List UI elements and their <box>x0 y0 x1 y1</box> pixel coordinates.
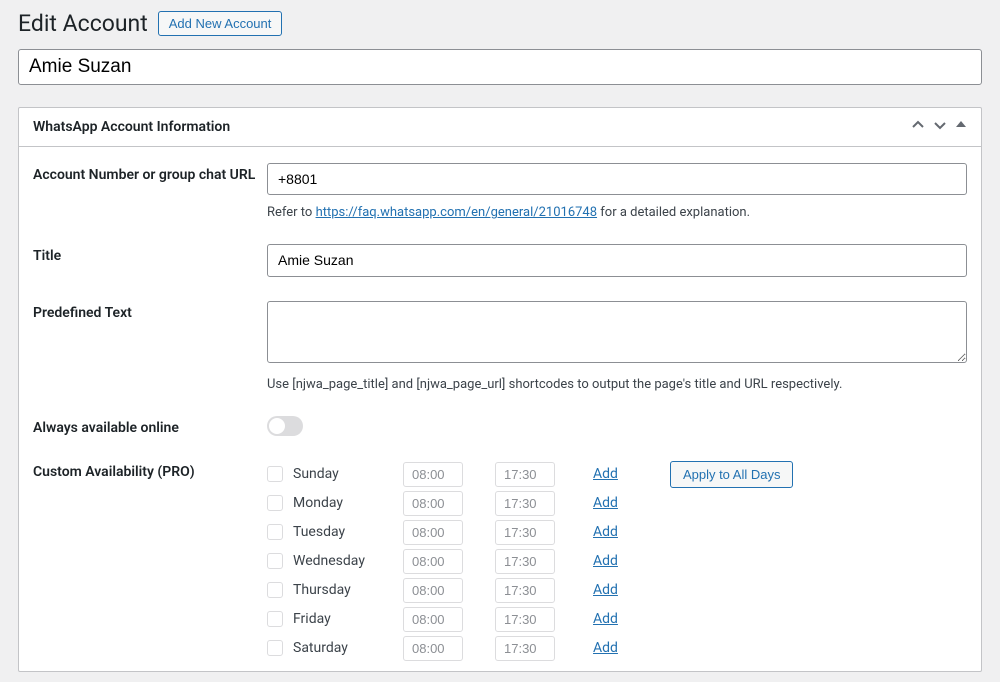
panel-title: WhatsApp Account Information <box>33 119 230 135</box>
add-time-link[interactable]: Add <box>593 495 618 511</box>
title-label: Title <box>33 244 267 264</box>
day-name: Tuesday <box>293 524 403 540</box>
availability-row: Monday Add <box>267 489 967 518</box>
predefined-text-help: Use [njwa_page_title] and [njwa_page_url… <box>267 377 967 392</box>
availability-row: Thursday Add <box>267 576 967 605</box>
page-title: Edit Account <box>18 10 148 37</box>
panel-collapse-icon[interactable] <box>955 118 967 136</box>
end-time-input[interactable] <box>495 462 555 487</box>
availability-row: Saturday Add <box>267 634 967 663</box>
day-checkbox[interactable] <box>267 582 283 598</box>
predefined-text-textarea[interactable] <box>267 301 967 363</box>
add-time-link[interactable]: Add <box>593 553 618 569</box>
availability-row: Tuesday Add <box>267 518 967 547</box>
account-number-label: Account Number or group chat URL <box>33 163 267 183</box>
account-name-input[interactable] <box>18 49 982 85</box>
start-time-input[interactable] <box>403 636 463 661</box>
end-time-input[interactable] <box>495 636 555 661</box>
day-checkbox[interactable] <box>267 495 283 511</box>
account-number-input[interactable] <box>267 163 967 195</box>
add-time-link[interactable]: Add <box>593 640 618 656</box>
panel-move-down-icon[interactable] <box>933 118 947 136</box>
day-name: Thursday <box>293 582 403 598</box>
end-time-input[interactable] <box>495 549 555 574</box>
account-number-help: Refer to https://faq.whatsapp.com/en/gen… <box>267 205 967 220</box>
title-input[interactable] <box>267 244 967 276</box>
always-online-label: Always available online <box>33 416 267 436</box>
start-time-input[interactable] <box>403 549 463 574</box>
day-name: Friday <box>293 611 403 627</box>
apply-all-days-button[interactable]: Apply to All Days <box>670 461 794 488</box>
availability-row: Sunday Add Apply to All Days <box>267 460 967 489</box>
add-time-link[interactable]: Add <box>593 524 618 540</box>
day-checkbox[interactable] <box>267 611 283 627</box>
day-checkbox[interactable] <box>267 466 283 482</box>
add-new-account-button[interactable]: Add New Account <box>158 11 283 36</box>
availability-row: Wednesday Add <box>267 547 967 576</box>
end-time-input[interactable] <box>495 520 555 545</box>
day-name: Sunday <box>293 466 403 482</box>
availability-row: Friday Add <box>267 605 967 634</box>
predefined-text-label: Predefined Text <box>33 301 267 321</box>
start-time-input[interactable] <box>403 462 463 487</box>
day-checkbox[interactable] <box>267 553 283 569</box>
start-time-input[interactable] <box>403 578 463 603</box>
add-time-link[interactable]: Add <box>593 582 618 598</box>
day-name: Wednesday <box>293 553 403 569</box>
panel-move-up-icon[interactable] <box>911 118 925 136</box>
day-name: Saturday <box>293 640 403 656</box>
whatsapp-faq-link[interactable]: https://faq.whatsapp.com/en/general/2101… <box>316 205 597 220</box>
day-checkbox[interactable] <box>267 524 283 540</box>
help-suffix: for a detailed explanation. <box>597 205 750 220</box>
day-name: Monday <box>293 495 403 511</box>
account-info-panel: WhatsApp Account Information Account Num… <box>18 107 982 672</box>
help-prefix: Refer to <box>267 205 316 220</box>
day-checkbox[interactable] <box>267 640 283 656</box>
add-time-link[interactable]: Add <box>593 466 618 482</box>
custom-availability-label: Custom Availability (PRO) <box>33 460 267 480</box>
end-time-input[interactable] <box>495 491 555 516</box>
start-time-input[interactable] <box>403 607 463 632</box>
end-time-input[interactable] <box>495 607 555 632</box>
end-time-input[interactable] <box>495 578 555 603</box>
add-time-link[interactable]: Add <box>593 611 618 627</box>
start-time-input[interactable] <box>403 520 463 545</box>
always-online-toggle[interactable] <box>267 416 303 436</box>
start-time-input[interactable] <box>403 491 463 516</box>
